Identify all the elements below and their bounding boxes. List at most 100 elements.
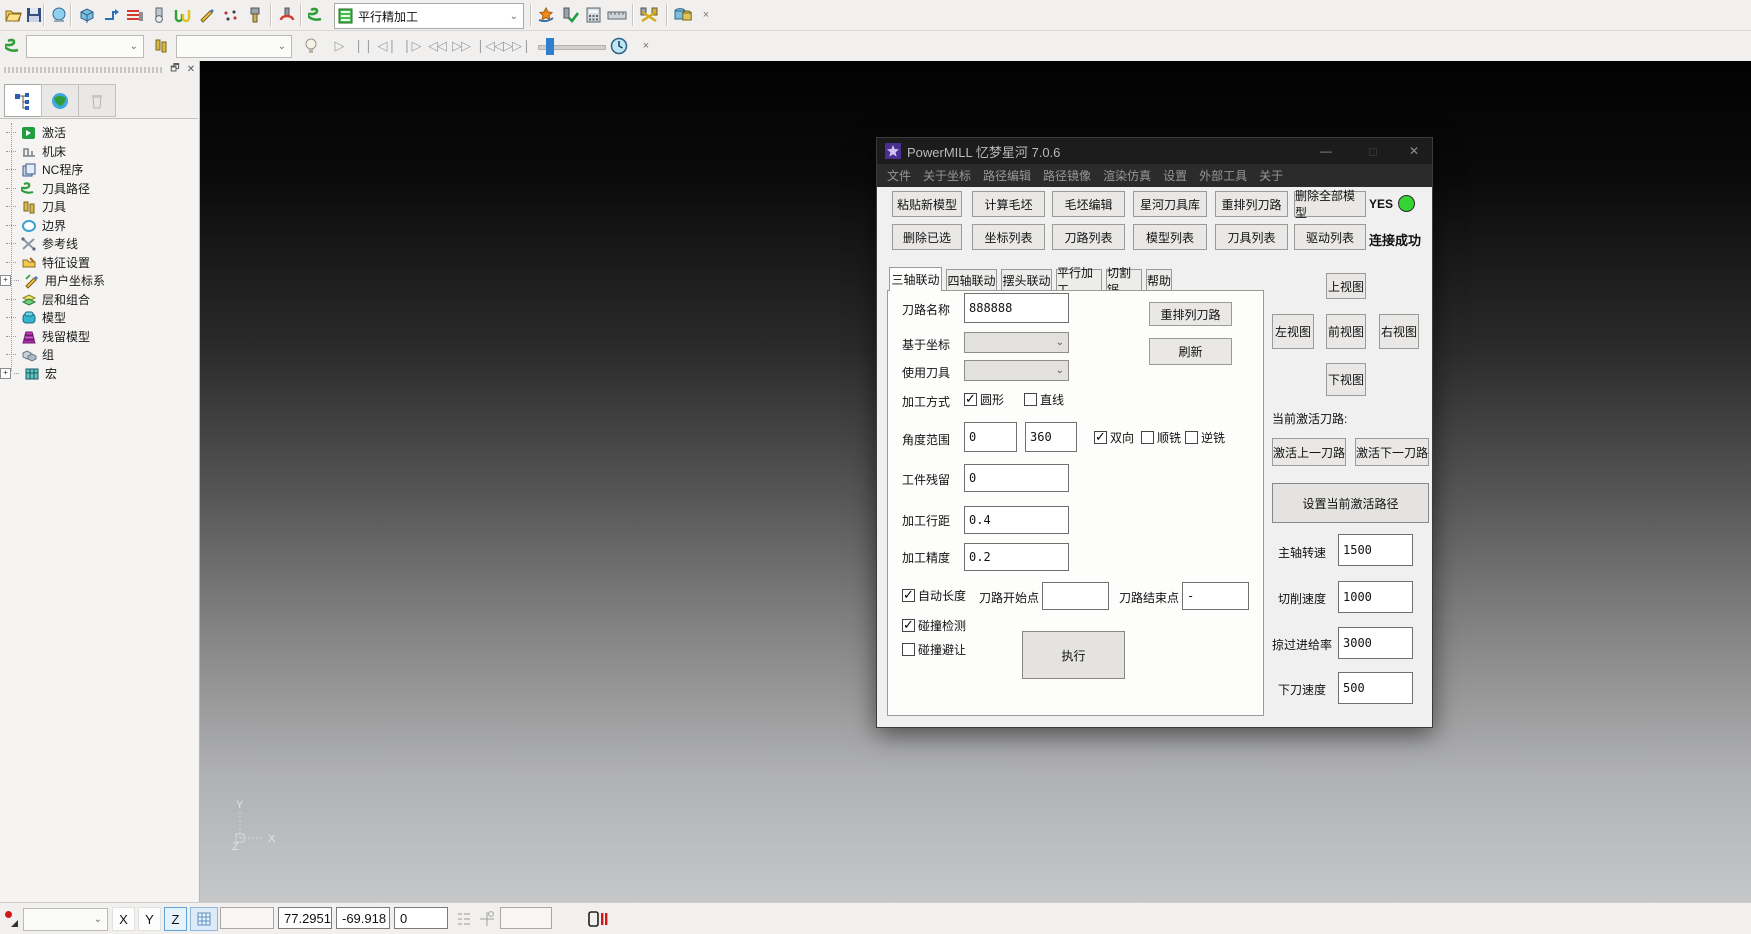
view-right-button[interactable]: 右视图 [1379, 314, 1419, 349]
checkbox-checked-icon[interactable] [902, 589, 915, 602]
stepover-input[interactable] [964, 506, 1069, 534]
tool-ball-icon[interactable] [148, 3, 170, 27]
go-to-end-icon[interactable]: ▷▷❘ [502, 34, 532, 58]
angle-end-input[interactable] [1025, 422, 1077, 452]
stock-allowance-input[interactable] [964, 464, 1069, 492]
trash-tab[interactable] [78, 84, 116, 117]
mode-circle-checkbox[interactable]: 圆形 [964, 391, 1004, 408]
maximize-button[interactable]: ◻ [1364, 142, 1382, 160]
menu-settings[interactable]: 设置 [1163, 167, 1187, 184]
skim-feed-input[interactable] [1338, 627, 1413, 659]
collision-check-icon[interactable] [276, 3, 298, 27]
checkbox-checked-icon[interactable] [902, 619, 915, 632]
climb-checkbox[interactable]: 顺铣 [1141, 429, 1181, 446]
coord-y-field[interactable]: -69.918 [336, 907, 390, 929]
coord-x-field[interactable]: 77.2951 [278, 907, 332, 929]
tree-item-nc-programs[interactable]: NC程序 [6, 160, 83, 179]
tree-item-tools[interactable]: 刀具 [6, 197, 66, 216]
save-project-icon[interactable] [23, 3, 45, 27]
sphere-icon[interactable] [48, 3, 70, 27]
execute-button[interactable]: 执行 [1022, 631, 1125, 679]
open-project-icon[interactable] [3, 3, 25, 27]
menu-about[interactable]: 关于 [1259, 167, 1283, 184]
tree-item-stock-models[interactable]: 残留模型 [6, 327, 90, 346]
tree-item-workplanes[interactable]: +用户坐标系 [0, 271, 105, 290]
sim-tool-combobox[interactable]: ⌄ [176, 35, 292, 58]
measure-icon[interactable] [606, 3, 628, 27]
toolpath-star-icon[interactable] [535, 3, 557, 27]
tree-item-boundaries[interactable]: 边界 [6, 216, 66, 235]
tolerance-input[interactable] [964, 543, 1069, 571]
fast-forward-icon[interactable]: ▷▷ [450, 34, 472, 58]
delete-selected-button[interactable]: 删除已选 [892, 224, 962, 250]
tab-3axis[interactable]: 三轴联动 [889, 267, 942, 291]
go-to-start-icon[interactable]: ❘◁◁ [474, 34, 504, 58]
menu-path-mirror[interactable]: 路径镜像 [1043, 167, 1091, 184]
step-forward-icon[interactable]: ❘▷ [400, 34, 422, 58]
set-active-path-button[interactable]: 设置当前激活路径 [1272, 483, 1429, 523]
drive-list-button[interactable]: 驱动列表 [1294, 224, 1366, 250]
speed-slider-handle[interactable] [546, 38, 554, 55]
collision-avoid-checkbox[interactable]: 碰撞避让 [902, 641, 966, 658]
checkbox-checked-icon[interactable] [964, 393, 977, 406]
menu-about-coords[interactable]: 关于坐标 [923, 167, 971, 184]
minimize-button[interactable]: — [1317, 142, 1335, 160]
coord-z-field[interactable]: 0 [394, 907, 448, 929]
play-icon[interactable]: ▷ [328, 34, 350, 58]
toolpath-icon[interactable] [306, 3, 328, 27]
panel-close-icon[interactable]: ✕ [184, 62, 198, 76]
axis-y-button[interactable]: Y [138, 907, 161, 931]
pan-origin-icon[interactable] [478, 910, 496, 933]
dialog-title-bar[interactable]: PowerMILL 忆梦星河 7.0.6 — ◻ ✕ [877, 138, 1432, 164]
paste-new-model-button[interactable]: 粘贴新模型 [892, 191, 962, 217]
activate-prev-toolpath-button[interactable]: 激活上一刀路 [1272, 438, 1346, 466]
tool-library-button[interactable]: 星河刀具库 [1133, 191, 1207, 217]
use-tool-combobox[interactable]: ⌄ [964, 360, 1069, 381]
chevron-down-icon[interactable]: ⌄ [273, 41, 291, 52]
chevron-down-icon[interactable]: ⌄ [89, 914, 107, 925]
bidirectional-checkbox[interactable]: 双向 [1094, 429, 1134, 446]
grid-snap-button[interactable] [190, 907, 218, 931]
leads-links-icon[interactable] [172, 3, 194, 27]
tree-item-groups[interactable]: 组 [6, 345, 54, 364]
toolpath-list-button[interactable]: 刀路列表 [1052, 224, 1125, 250]
tab-help[interactable]: 帮助 [1146, 269, 1172, 291]
view-bottom-button[interactable]: 下视图 [1326, 363, 1366, 396]
checkbox-icon[interactable] [1141, 431, 1154, 444]
expander-plus-icon[interactable]: + [0, 275, 11, 286]
axis-z-button[interactable]: Z [164, 907, 187, 931]
tool-list-button[interactable]: 刀具列表 [1215, 224, 1288, 250]
checkbox-icon[interactable] [1024, 393, 1037, 406]
tree-item-models[interactable]: 模型 [6, 308, 66, 327]
collision-check-checkbox[interactable]: 碰撞检测 [902, 617, 966, 634]
expander-plus-icon[interactable]: + [0, 368, 11, 379]
block-icon[interactable] [76, 3, 98, 27]
globe-tab[interactable] [41, 84, 79, 117]
end-point-input[interactable] [1182, 582, 1249, 610]
axis-x-button[interactable]: X [112, 907, 135, 931]
close-sim-toolbar-icon[interactable]: × [638, 34, 654, 58]
toolpath-strategy-icon[interactable] [100, 3, 122, 27]
xyz-list-icon[interactable] [456, 911, 472, 932]
explorer-tree-tab[interactable] [4, 84, 42, 117]
spindle-speed-input[interactable] [1338, 534, 1413, 566]
tree-item-patterns[interactable]: 参考线 [6, 234, 78, 253]
activate-next-toolpath-button[interactable]: 激活下一刀路 [1355, 438, 1429, 466]
tree-item-machine[interactable]: 机床 [6, 142, 66, 161]
view-top-button[interactable]: 上视图 [1326, 273, 1366, 299]
tab-4axis[interactable]: 四轴联动 [946, 269, 997, 291]
refresh-button[interactable]: 刷新 [1149, 338, 1232, 365]
clock-icon[interactable] [608, 34, 630, 58]
checkbox-icon[interactable] [902, 643, 915, 656]
delete-all-models-button[interactable]: 删除全部模型 [1294, 191, 1366, 217]
tree-item-levels[interactable]: 层和组合 [6, 290, 90, 309]
feed-rate-icon[interactable] [124, 3, 146, 27]
close-button[interactable]: ✕ [1405, 142, 1423, 160]
tab-parallel[interactable]: 平行加工 [1056, 269, 1102, 291]
menu-external-tools[interactable]: 外部工具 [1199, 167, 1247, 184]
tab-swivel-head[interactable]: 摆头联动 [1001, 269, 1052, 291]
tree-item-activate[interactable]: 激活 [6, 123, 66, 142]
tool-holder-icon[interactable] [244, 3, 266, 27]
auto-length-checkbox[interactable]: 自动长度 [902, 587, 966, 604]
status-combobox[interactable]: ⌄ [23, 908, 108, 931]
